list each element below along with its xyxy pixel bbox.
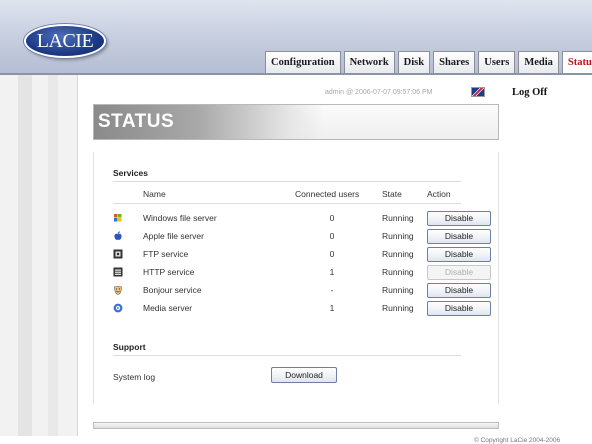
service-name: FTP service <box>143 249 189 259</box>
media-server-icon <box>113 303 123 313</box>
services-heading: Services <box>113 168 148 178</box>
bottom-bar <box>93 422 499 429</box>
connected-users: 0 <box>329 249 335 259</box>
support-divider <box>113 355 461 356</box>
disable-ftp-button[interactable]: Disable <box>427 247 491 262</box>
service-state: Running <box>382 249 414 259</box>
header-divider <box>0 73 592 75</box>
session-info: admin @ 2006-07-07 09:57:06 PM <box>325 89 433 96</box>
disable-bonjour-button[interactable]: Disable <box>427 283 491 298</box>
logo-text: LACIE <box>36 29 94 52</box>
tab-status[interactable]: Status <box>561 51 592 73</box>
service-name: Apple file server <box>143 231 204 241</box>
connected-users: 1 <box>329 267 335 277</box>
disable-windows-button[interactable]: Disable <box>427 211 491 226</box>
system-log-label: System log <box>113 372 156 382</box>
table-row: HTTP service 1 Running Disable <box>94 264 500 281</box>
tab-network[interactable]: Network <box>343 51 395 73</box>
col-state: State <box>382 189 402 199</box>
disable-http-button: Disable <box>427 265 491 280</box>
connected-users: - <box>330 285 334 295</box>
tab-users[interactable]: Users <box>478 51 516 73</box>
tab-shares[interactable]: Shares <box>433 51 476 73</box>
support-heading: Support <box>113 342 146 352</box>
service-state: Running <box>382 285 414 295</box>
logoff-link[interactable]: Log Off <box>512 87 547 98</box>
table-row: Apple file server 0 Running Disable <box>94 228 500 245</box>
tab-media[interactable]: Media <box>518 51 559 73</box>
tab-configuration[interactable]: Configuration <box>265 51 341 73</box>
table-row: Windows file server 0 Running Disable <box>94 210 500 227</box>
apple-icon <box>113 231 123 241</box>
service-name: Media server <box>143 303 193 313</box>
service-state: Running <box>382 231 414 241</box>
col-action: Action <box>427 189 451 199</box>
service-state: Running <box>382 267 414 277</box>
tab-disk[interactable]: Disk <box>397 51 431 73</box>
col-connected-users: Connected users <box>295 189 360 199</box>
table-row: Bonjour service - Running Disable <box>94 282 500 299</box>
connected-users: 0 <box>329 231 335 241</box>
page-title: STATUS <box>94 105 324 139</box>
left-sidebar-decor <box>0 75 78 436</box>
service-name: Windows file server <box>143 213 217 223</box>
content-panel: Services Name Connected users State Acti… <box>93 152 499 404</box>
service-state: Running <box>382 213 414 223</box>
windows-icon <box>113 213 123 223</box>
copyright: © Copyright LaCie 2004-2006 <box>474 437 561 444</box>
http-icon <box>113 267 123 277</box>
table-row: FTP service 0 Running Disable <box>94 246 500 263</box>
main-tabs: Configuration Network Disk Shares Users … <box>265 51 592 73</box>
uk-flag-icon[interactable] <box>471 87 485 97</box>
services-divider <box>113 181 461 182</box>
service-name: Bonjour service <box>143 285 202 295</box>
col-name: Name <box>143 189 166 199</box>
connected-users: 0 <box>329 213 335 223</box>
header-divider-line <box>113 203 461 204</box>
service-state: Running <box>382 303 414 313</box>
service-name: HTTP service <box>143 267 195 277</box>
table-row: Media server 1 Running Disable <box>94 300 500 317</box>
connected-users: 1 <box>329 303 335 313</box>
bonjour-icon <box>113 285 123 295</box>
disable-media-button[interactable]: Disable <box>427 301 491 316</box>
ftp-icon <box>113 249 123 259</box>
disable-apple-button[interactable]: Disable <box>427 229 491 244</box>
page-title-bar: STATUS <box>93 104 499 140</box>
download-log-button[interactable]: Download <box>271 367 337 383</box>
lacie-logo: LACIE <box>24 24 106 58</box>
